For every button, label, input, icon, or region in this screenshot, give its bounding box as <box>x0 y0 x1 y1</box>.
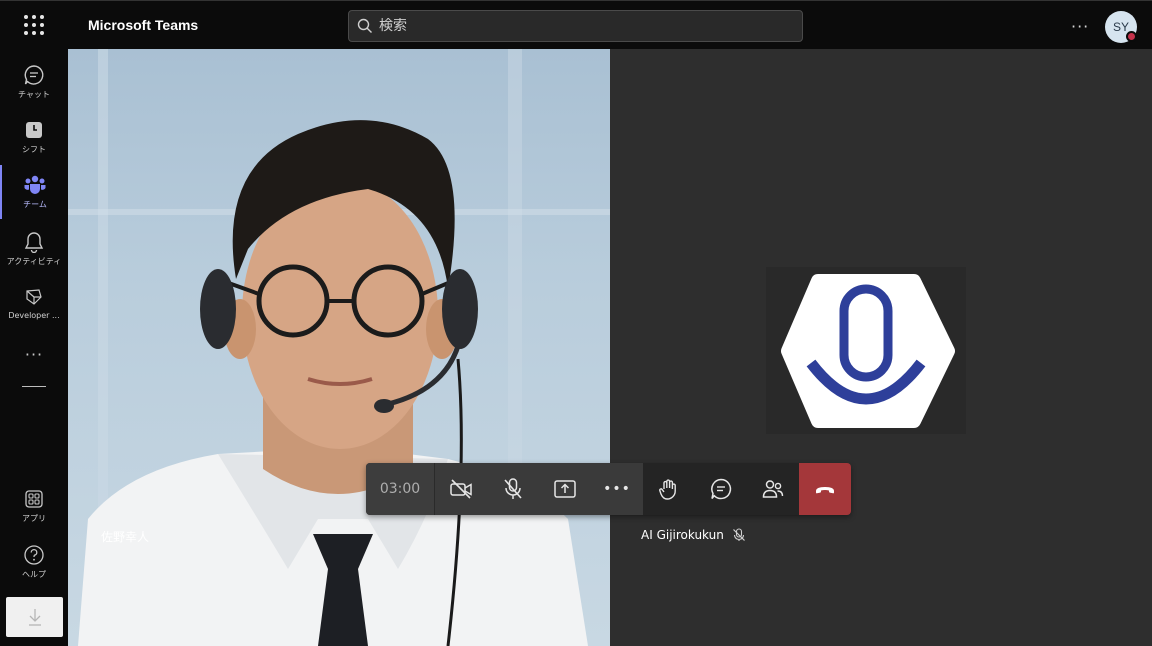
rail-item-label: アプリ <box>22 514 46 523</box>
download-button[interactable] <box>6 597 63 637</box>
rail-item-activity[interactable]: アクティビティ <box>0 222 68 276</box>
bot-avatar <box>766 267 966 434</box>
more-actions-button[interactable]: ••• <box>591 463 643 515</box>
download-icon <box>28 609 41 626</box>
leave-call-button[interactable] <box>799 463 851 515</box>
presence-status-icon <box>1126 31 1137 42</box>
app-title: Microsoft Teams <box>88 17 199 33</box>
hang-up-icon <box>816 487 834 494</box>
search-input[interactable] <box>379 18 779 34</box>
rail-divider <box>22 386 46 387</box>
rail-item-label: Developer ... <box>8 311 60 320</box>
rail-item-label: シフト <box>22 145 46 154</box>
media-controls: ••• <box>435 463 643 515</box>
participant-video-tile: 佐野幸人 <box>68 49 610 646</box>
chat-icon <box>711 478 732 500</box>
rail-item-label: チーム <box>23 200 47 209</box>
mic-toggle-button[interactable] <box>487 463 539 515</box>
call-controls-bar: 03:00 ••• <box>366 463 851 515</box>
share-screen-button[interactable] <box>539 463 591 515</box>
ai-gijirokukun-logo <box>781 274 955 428</box>
rail-item-label: ヘルプ <box>22 570 46 579</box>
apps-icon <box>25 490 43 508</box>
meeting-controls <box>643 463 799 515</box>
search-icon <box>357 18 372 33</box>
participants-button[interactable] <box>747 463 799 515</box>
camera-toggle-button[interactable] <box>435 463 487 515</box>
rail-item-chat[interactable]: チャット <box>0 55 68 109</box>
rail-item-help[interactable]: ヘルプ <box>0 535 68 589</box>
more-options-icon[interactable]: ··· <box>1071 17 1089 36</box>
raise-hand-icon <box>659 479 676 500</box>
chat-icon <box>24 65 44 85</box>
teams-window: Microsoft Teams ··· SY チャット <box>0 0 1152 646</box>
rail-item-apps[interactable]: アプリ <box>0 479 68 533</box>
rail-item-label: チャット <box>18 90 50 99</box>
mic-off-icon <box>504 478 522 499</box>
participant-name: 佐野幸人 <box>101 530 150 544</box>
camera-off-icon <box>450 479 472 499</box>
bell-icon <box>24 232 44 253</box>
rail-item-developer-portal[interactable]: Developer ... <box>0 277 68 331</box>
rail-item-teams[interactable]: チーム <box>0 165 68 219</box>
participant-name: AI Gijirokukun <box>641 528 724 542</box>
raise-hand-button[interactable] <box>643 463 695 515</box>
app-rail: チャット シフト チーム アクティビティ Developer ... ··· ア… <box>0 49 68 646</box>
shifts-icon <box>26 122 42 138</box>
more-icon: ••• <box>603 481 631 497</box>
app-launcher-icon[interactable] <box>24 15 44 35</box>
chat-button[interactable] <box>695 463 747 515</box>
bot-participant-tile: AI Gijirokukun <box>610 49 1152 646</box>
call-timer: 03:00 <box>366 463 435 515</box>
title-bar: Microsoft Teams ··· SY <box>0 0 1152 49</box>
participant-name-row: AI Gijirokukun <box>641 528 746 542</box>
help-icon <box>24 545 44 565</box>
participant-video <box>68 49 610 646</box>
search-box[interactable] <box>348 10 803 42</box>
developer-portal-icon <box>26 289 42 305</box>
rail-item-label: アクティビティ <box>6 257 62 266</box>
mic-muted-icon <box>732 528 745 541</box>
participants-icon <box>762 480 784 498</box>
rail-item-shifts[interactable]: シフト <box>0 110 68 164</box>
more-apps-icon[interactable]: ··· <box>0 345 68 364</box>
teams-icon <box>24 175 46 194</box>
share-screen-icon <box>554 480 576 498</box>
